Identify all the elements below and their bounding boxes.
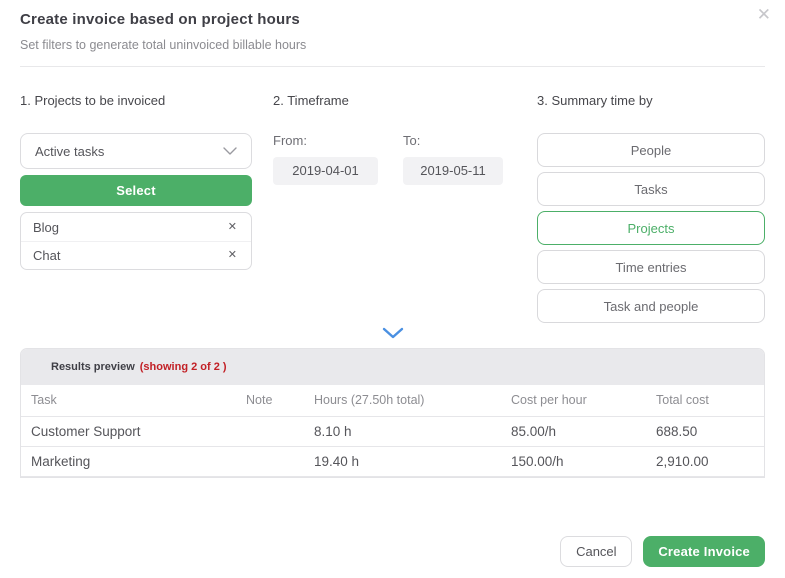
summary-section: 3. Summary time by People Tasks Projects… xyxy=(537,93,765,323)
filters-row: 1. Projects to be invoiced Active tasks … xyxy=(20,93,765,323)
projects-heading: 1. Projects to be invoiced xyxy=(20,93,166,108)
collapse-results-chevron-icon[interactable] xyxy=(20,326,765,340)
from-label: From: xyxy=(273,133,307,148)
date-to-group: To: 2019-05-11 xyxy=(403,133,503,185)
results-preview-title: Results preview xyxy=(51,361,135,373)
remove-project-icon[interactable]: ✕ xyxy=(226,220,239,235)
cell-hours: 19.40 h xyxy=(304,446,501,477)
projects-section: 1. Projects to be invoiced Active tasks … xyxy=(20,93,252,270)
table-row: Customer Support 8.10 h 85.00/h 688.50 xyxy=(21,416,764,447)
cell-cost-per-hour: 150.00/h xyxy=(501,446,646,477)
cell-task: Customer Support xyxy=(21,416,241,447)
col-header-total-cost: Total cost xyxy=(646,385,764,417)
summary-option-projects[interactable]: Projects xyxy=(537,211,765,245)
col-header-cost-per-hour: Cost per hour xyxy=(501,385,646,417)
results-preview-panel: Results preview (showing 2 of 2 ) Task N… xyxy=(20,348,765,478)
results-preview-header: Results preview (showing 2 of 2 ) xyxy=(21,349,764,385)
results-showing-count: (showing 2 of 2 ) xyxy=(139,361,227,373)
close-icon[interactable]: ✕ xyxy=(757,6,771,23)
cell-cost-per-hour: 85.00/h xyxy=(501,416,646,447)
timeframe-heading: 2. Timeframe xyxy=(273,93,349,108)
to-label: To: xyxy=(403,133,421,148)
date-from-group: From: 2019-04-01 xyxy=(273,133,378,185)
dialog-subtitle: Set filters to generate total uninvoiced… xyxy=(20,38,307,52)
summary-option-tasks[interactable]: Tasks xyxy=(537,172,765,206)
selected-project-item: Chat ✕ xyxy=(21,241,251,269)
summary-option-time-entries[interactable]: Time entries xyxy=(537,250,765,284)
cell-note xyxy=(241,416,304,447)
col-header-task: Task xyxy=(21,385,241,417)
to-date-input[interactable]: 2019-05-11 xyxy=(403,157,503,185)
cell-hours: 8.10 h xyxy=(304,416,501,447)
from-date-input[interactable]: 2019-04-01 xyxy=(273,157,378,185)
task-filter-value: Active tasks xyxy=(35,143,105,159)
project-name: Chat xyxy=(33,248,61,263)
summary-option-people[interactable]: People xyxy=(537,133,765,167)
create-invoice-button[interactable]: Create Invoice xyxy=(643,535,765,567)
dialog-title: Create invoice based on project hours xyxy=(20,11,300,28)
selected-project-item: Blog ✕ xyxy=(21,213,251,241)
cell-total-cost: 688.50 xyxy=(646,416,764,447)
header-divider xyxy=(20,66,765,67)
project-name: Blog xyxy=(33,219,60,235)
table-row: Marketing 19.40 h 150.00/h 2,910.00 xyxy=(21,446,764,477)
cell-total-cost: 2,910.00 xyxy=(646,446,764,477)
task-filter-dropdown[interactable]: Active tasks xyxy=(20,133,252,169)
cell-note xyxy=(241,446,304,477)
results-table: Task Note Hours (27.50h total) Cost per … xyxy=(21,385,764,477)
results-table-header-row: Task Note Hours (27.50h total) Cost per … xyxy=(21,385,764,417)
summary-heading: 3. Summary time by xyxy=(537,93,653,108)
col-header-note: Note xyxy=(241,385,304,417)
create-invoice-dialog: ✕ Create invoice based on project hours … xyxy=(0,0,785,578)
dialog-footer: Cancel Create Invoice xyxy=(20,535,765,567)
timeframe-section: 2. Timeframe From: 2019-04-01 To: 2019-0… xyxy=(273,93,505,185)
col-header-hours: Hours (27.50h total) xyxy=(304,385,501,417)
remove-project-icon[interactable]: ✕ xyxy=(226,248,239,263)
select-projects-button[interactable]: Select xyxy=(20,175,252,206)
chevron-down-icon xyxy=(223,142,237,160)
summary-option-task-and-people[interactable]: Task and people xyxy=(537,289,765,323)
cancel-button[interactable]: Cancel xyxy=(560,535,633,567)
selected-projects-list: Blog ✕ Chat ✕ xyxy=(20,212,252,270)
cell-task: Marketing xyxy=(21,446,241,477)
